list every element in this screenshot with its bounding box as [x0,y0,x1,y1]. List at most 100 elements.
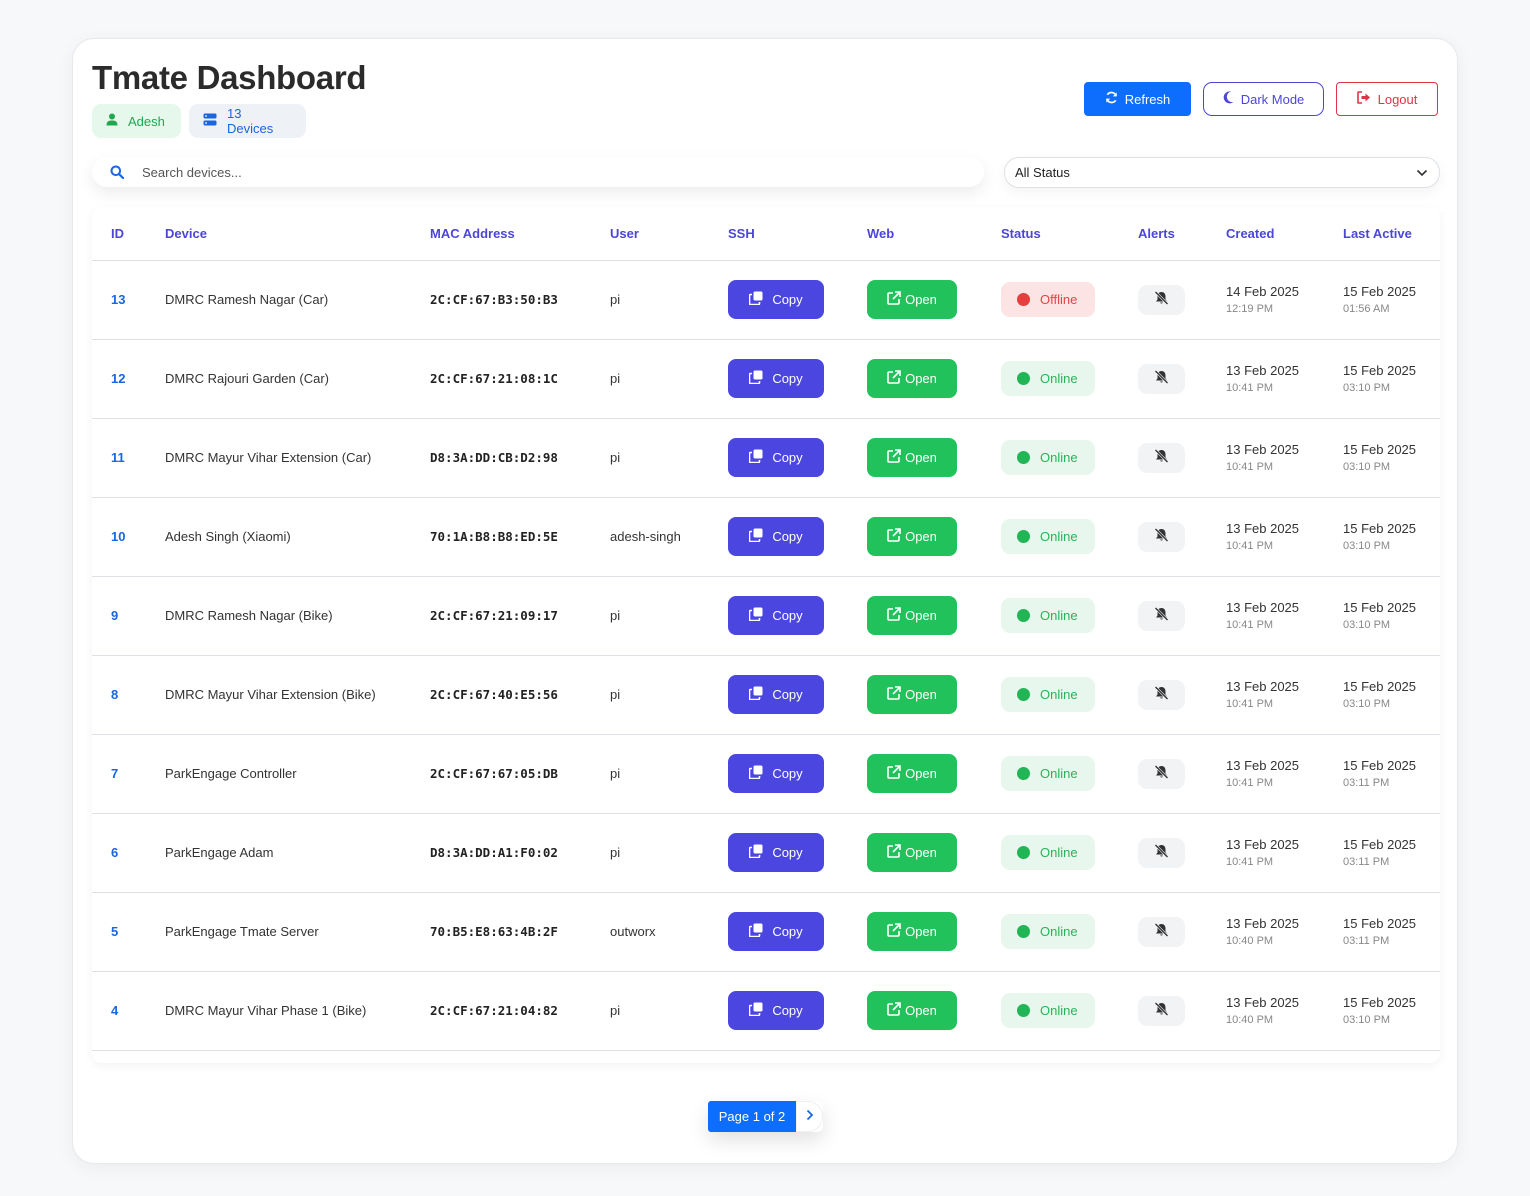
mac-address: 70:B5:E8:63:4B:2F [430,892,610,972]
devices-table-container: ID Device MAC Address User SSH Web Statu… [92,207,1440,1063]
refresh-button[interactable]: Refresh [1084,82,1191,116]
copy-ssh-button[interactable]: Copy [728,912,824,951]
last-active-cell: 15 Feb 2025 03:10 PM [1343,971,1440,1051]
alerts-toggle-button[interactable] [1138,837,1185,868]
copy-label: Copy [772,1003,803,1018]
search-bar [92,157,984,187]
col-header-ssh: SSH [728,207,867,261]
ssh-cell: Copy [728,418,867,498]
created-time: 10:41 PM [1226,777,1274,789]
open-web-button[interactable]: Open [867,517,957,556]
open-web-button[interactable]: Open [867,991,957,1030]
page-indicator: Page 1 of 2 [708,1101,796,1132]
alerts-toggle-button[interactable] [1138,284,1185,315]
status-filter-select[interactable]: All Status [1004,157,1440,188]
copy-ssh-button[interactable]: Copy [728,359,824,398]
status-label: Online [1040,1003,1078,1018]
open-label: Open [905,687,937,702]
web-cell: Open [867,339,1001,419]
col-header-user[interactable]: User [610,207,728,261]
col-header-status[interactable]: Status [1001,207,1138,261]
created-date: 13 Feb 2025 [1226,600,1300,615]
col-header-last-active[interactable]: Last Active [1343,207,1440,261]
alerts-cell [1138,576,1226,656]
alerts-toggle-button[interactable] [1138,758,1185,789]
device-user: pi [610,260,728,340]
status-badge: Offline [1001,282,1095,317]
created-time: 10:41 PM [1226,461,1274,473]
web-cell: Open [867,655,1001,735]
logout-label: Logout [1377,91,1418,107]
copy-ssh-button[interactable]: Copy [728,754,824,793]
copy-ssh-button[interactable]: Copy [728,438,824,477]
last-active-date: 15 Feb 2025 [1343,916,1417,931]
external-link-icon [887,449,901,466]
col-header-mac[interactable]: MAC Address [430,207,610,261]
last-active-time: 03:10 PM [1343,1014,1391,1026]
mac-address: 2C:CF:67:40:E5:56 [430,655,610,735]
user-icon [106,113,118,129]
ssh-cell: Copy [728,339,867,419]
col-header-id[interactable]: ID [92,207,165,261]
open-web-button[interactable]: Open [867,596,957,635]
status-badge: Online [1001,993,1095,1028]
status-label: Online [1040,450,1078,465]
open-web-button[interactable]: Open [867,675,957,714]
col-header-created[interactable]: Created [1226,207,1343,261]
status-dot-icon [1017,1004,1030,1017]
created-date: 13 Feb 2025 [1226,837,1300,852]
open-label: Open [905,371,937,386]
device-name: DMRC Mayur Vihar Phase 1 (Bike) [165,971,430,1051]
open-label: Open [905,1003,937,1018]
logout-button[interactable]: Logout [1336,82,1438,116]
device-name: Adesh Singh (Xiaomi) [165,497,430,577]
last-active-cell: 15 Feb 2025 01:56 AM [1343,260,1440,340]
device-id: 5 [92,892,165,972]
alerts-toggle-button[interactable] [1138,442,1185,473]
col-header-device[interactable]: Device [165,207,430,261]
copy-label: Copy [772,924,803,939]
last-active-date: 15 Feb 2025 [1343,521,1417,536]
alerts-toggle-button[interactable] [1138,995,1185,1026]
status-badge: Online [1001,756,1095,791]
web-cell: Open [867,260,1001,340]
alerts-toggle-button[interactable] [1138,916,1185,947]
alerts-toggle-button[interactable] [1138,521,1185,552]
open-web-button[interactable]: Open [867,359,957,398]
status-badge: Online [1001,677,1095,712]
copy-ssh-button[interactable]: Copy [728,517,824,556]
open-web-button[interactable]: Open [867,280,957,319]
last-active-cell: 15 Feb 2025 03:10 PM [1343,339,1440,419]
alerts-cell [1138,813,1226,893]
last-active-date: 15 Feb 2025 [1343,837,1417,852]
created-date: 13 Feb 2025 [1226,521,1300,536]
mac-address: D8:3A:DD:A1:F0:02 [430,813,610,893]
status-label: Online [1040,687,1078,702]
created-date: 13 Feb 2025 [1226,758,1300,773]
status-label: Online [1040,845,1078,860]
open-web-button[interactable]: Open [867,438,957,477]
device-id: 10 [92,497,165,577]
created-cell: 13 Feb 2025 10:41 PM [1226,813,1343,893]
status-label: Online [1040,371,1078,386]
copy-ssh-button[interactable]: Copy [728,596,824,635]
open-web-button[interactable]: Open [867,754,957,793]
alerts-toggle-button[interactable] [1138,679,1185,710]
copy-ssh-button[interactable]: Copy [728,280,824,319]
copy-ssh-button[interactable]: Copy [728,991,824,1030]
next-page-button[interactable] [796,1101,823,1132]
dark-mode-button[interactable]: Dark Mode [1203,82,1324,116]
alerts-toggle-button[interactable] [1138,600,1185,631]
search-input[interactable] [142,164,942,180]
copy-ssh-button[interactable]: Copy [728,833,824,872]
alerts-toggle-button[interactable] [1138,363,1185,394]
created-cell: 13 Feb 2025 10:41 PM [1226,418,1343,498]
logout-icon [1356,91,1371,107]
table-row: 10 Adesh Singh (Xiaomi) 70:1A:B8:B8:ED:5E a… [92,497,1440,577]
open-web-button[interactable]: Open [867,833,957,872]
mac-address: 2C:CF:67:21:08:1C [430,339,610,419]
open-web-button[interactable]: Open [867,912,957,951]
copy-ssh-button[interactable]: Copy [728,675,824,714]
ssh-cell: Copy [728,892,867,972]
last-active-cell: 15 Feb 2025 03:11 PM [1343,734,1440,814]
